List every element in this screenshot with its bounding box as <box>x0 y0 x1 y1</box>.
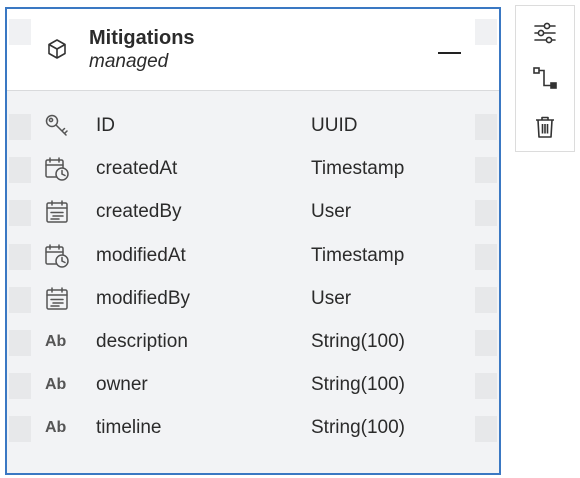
table-row[interactable]: createdBy User <box>7 191 499 234</box>
entity-subtitle: managed <box>89 51 169 72</box>
table-row[interactable]: Ab timeline String(100) <box>7 407 499 450</box>
field-name: description <box>96 330 188 352</box>
row-handle-right <box>475 157 497 184</box>
entity-header[interactable]: Mitigations managed <box>7 9 499 91</box>
entity-card[interactable]: Mitigations managed ID UUID createdAt Times… <box>5 7 501 475</box>
field-type: Timestamp <box>311 158 405 180</box>
row-handle-right <box>475 373 497 400</box>
table-row[interactable]: modifiedAt Timestamp <box>7 235 499 278</box>
row-handle-left <box>9 329 31 356</box>
header-stub-right <box>475 19 497 45</box>
calendar-clock-icon <box>43 155 71 183</box>
row-handle-left <box>9 243 31 270</box>
field-name: modifiedAt <box>96 244 186 266</box>
calendar-user-icon <box>43 198 71 226</box>
minus-icon[interactable] <box>435 35 465 59</box>
key-icon <box>43 112 71 140</box>
trash-icon[interactable] <box>531 113 559 141</box>
field-name: owner <box>96 374 148 396</box>
field-type: Timestamp <box>311 244 405 266</box>
text-type-icon: Ab <box>45 419 67 437</box>
entity-toolbar <box>515 5 575 152</box>
calendar-user-icon <box>43 285 71 313</box>
row-handle-right <box>475 329 497 356</box>
field-type: String(100) <box>311 417 405 439</box>
field-type: UUID <box>311 115 358 136</box>
table-row[interactable]: createdAt Timestamp <box>7 148 499 191</box>
field-name: createdAt <box>96 158 178 180</box>
field-name: createdBy <box>96 201 182 223</box>
field-type: String(100) <box>311 330 405 352</box>
row-handle-right <box>475 286 497 313</box>
row-handle-left <box>9 286 31 313</box>
field-list: ID UUID createdAt Timestamp createdBy User mod… <box>7 105 499 451</box>
row-handle-right <box>475 114 497 140</box>
row-handle-left <box>9 114 31 140</box>
header-stub-left <box>9 19 31 45</box>
field-type: User <box>311 201 352 223</box>
row-handle-left <box>9 373 31 400</box>
row-handle-right <box>475 243 497 270</box>
cube-icon <box>48 39 66 59</box>
table-row[interactable]: ID UUID <box>7 105 499 148</box>
row-handle-left <box>9 416 31 443</box>
text-type-icon: Ab <box>45 332 67 350</box>
table-row[interactable]: modifiedBy User <box>7 278 499 321</box>
settings-sliders-icon[interactable] <box>531 19 559 47</box>
row-handle-left <box>9 157 31 184</box>
row-handle-right <box>475 416 497 443</box>
table-row[interactable]: Ab owner String(100) <box>7 364 499 407</box>
field-name: timeline <box>96 417 162 439</box>
calendar-clock-icon <box>43 242 71 270</box>
row-handle-right <box>475 200 497 227</box>
table-row[interactable]: Ab description String(100) <box>7 321 499 364</box>
field-type: String(100) <box>311 374 405 396</box>
connector-icon[interactable] <box>531 64 559 92</box>
field-name: modifiedBy <box>96 287 190 309</box>
text-type-icon: Ab <box>45 376 67 394</box>
field-name: ID <box>96 115 115 136</box>
row-handle-left <box>9 200 31 227</box>
field-type: User <box>311 287 352 309</box>
entity-title: Mitigations <box>89 27 195 49</box>
